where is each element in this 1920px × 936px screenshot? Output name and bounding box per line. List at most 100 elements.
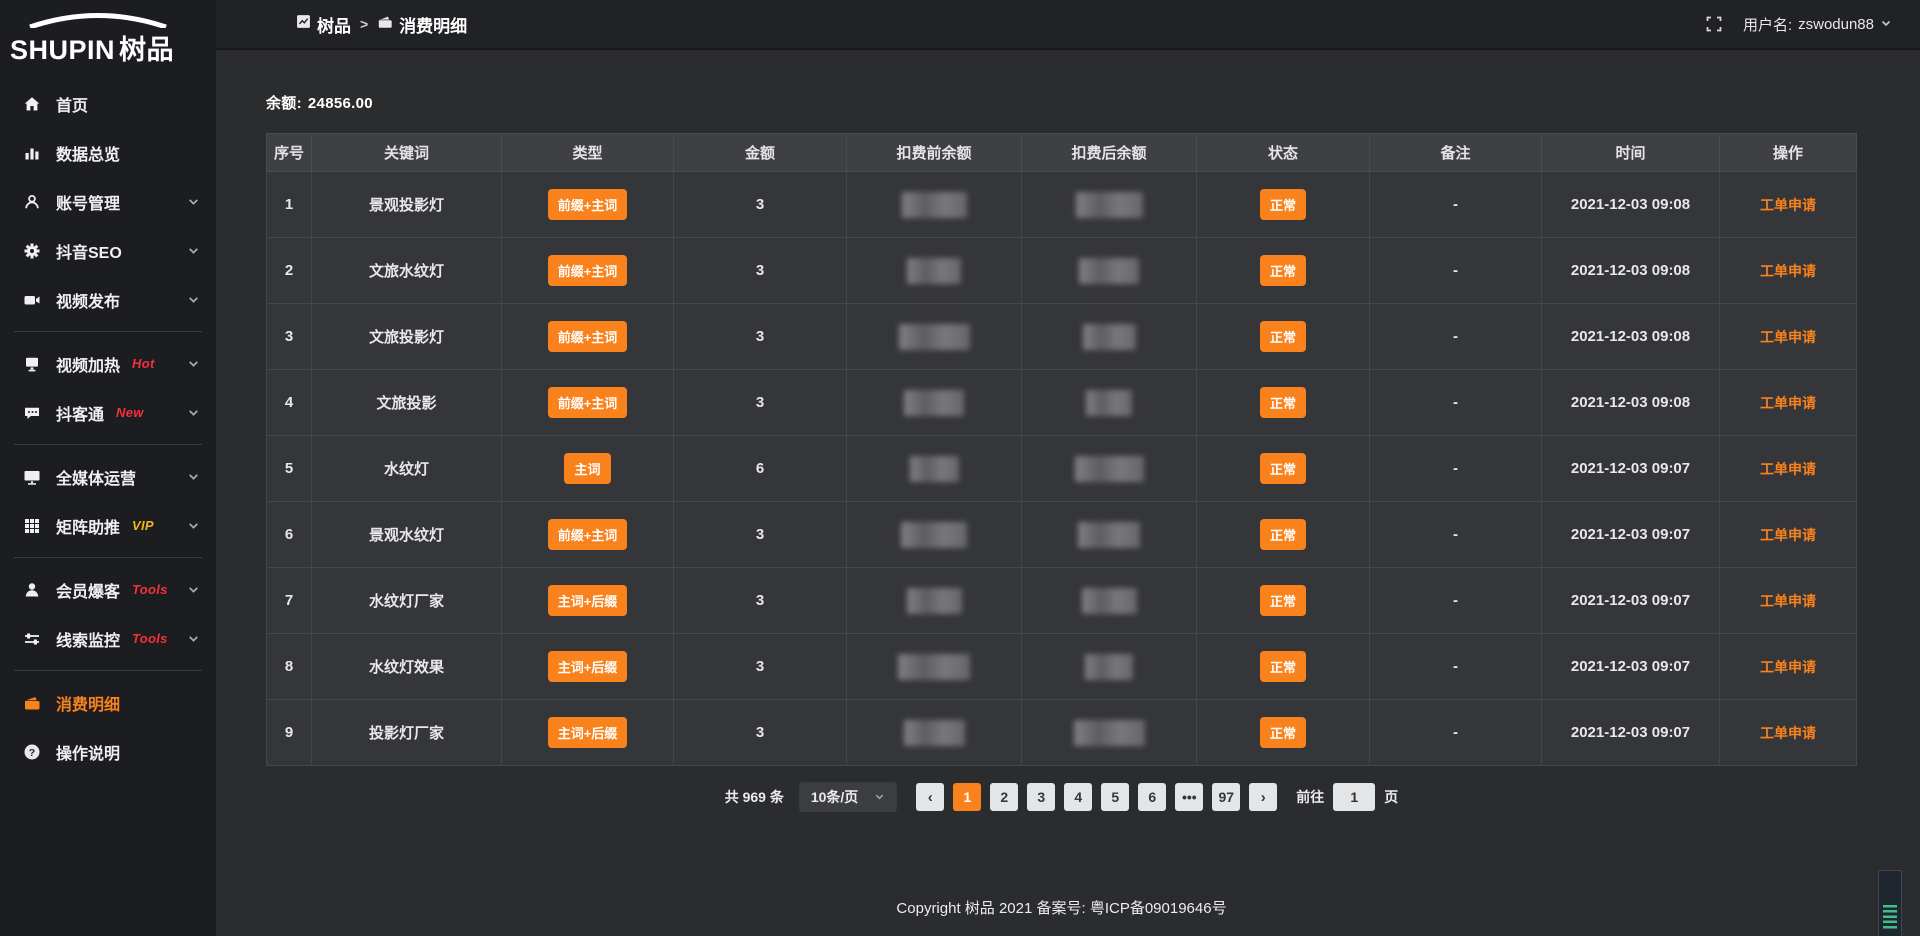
table-row: 8水纹灯效果主词+后缀3正常-2021-12-03 09:07工单申请 xyxy=(267,634,1857,700)
cell-amount: 3 xyxy=(674,634,847,700)
breadcrumb-home[interactable]: 树品 xyxy=(296,12,351,37)
masked-balance-after xyxy=(1022,172,1197,238)
sidebar-item-home[interactable]: 首页 xyxy=(0,79,216,128)
work-order-link[interactable]: 工单申请 xyxy=(1760,329,1816,345)
pagination: 共 969 条 10条/页 ‹ 123456•••97 › 前往 页 xyxy=(266,782,1857,812)
sidebar-item-video-heat[interactable]: 视频加热Hot xyxy=(0,339,216,388)
work-order-link[interactable]: 工单申请 xyxy=(1760,461,1816,477)
user-dropdown[interactable]: 用户名: zswodun88 xyxy=(1743,14,1892,35)
goto-page-input[interactable] xyxy=(1333,783,1375,811)
sidebar-item-help[interactable]: ?操作说明 xyxy=(0,727,216,776)
sidebar-item-leads-monitor[interactable]: 线索监控Tools xyxy=(0,614,216,663)
masked-balance-after-blur xyxy=(1082,588,1137,614)
cell-status: 正常 xyxy=(1197,634,1370,700)
masked-balance-before-blur xyxy=(902,192,967,218)
type-badge: 前缀+主词 xyxy=(548,519,628,550)
masked-balance-after-blur xyxy=(1076,192,1143,218)
cell-no: 7 xyxy=(267,568,312,634)
cell-type: 前缀+主词 xyxy=(502,172,674,238)
table-row: 4文旅投影前缀+主词3正常-2021-12-03 09:08工单申请 xyxy=(267,370,1857,436)
fullscreen-icon[interactable] xyxy=(1705,15,1723,33)
cell-time: 2021-12-03 09:07 xyxy=(1542,634,1720,700)
logo-text-cn: 树品 xyxy=(119,35,174,65)
username-label: 用户名: xyxy=(1743,14,1792,35)
breadcrumb: 树品 > 消费明细 xyxy=(296,12,467,37)
cell-remark: - xyxy=(1370,568,1542,634)
cell-status: 正常 xyxy=(1197,700,1370,766)
grid-icon xyxy=(22,516,42,536)
cell-remark: - xyxy=(1370,634,1542,700)
sidebar-item-badge: Hot xyxy=(132,356,155,371)
chevron-down-icon xyxy=(187,519,200,532)
masked-balance-after xyxy=(1022,568,1197,634)
cell-amount: 3 xyxy=(674,370,847,436)
next-page-button[interactable]: › xyxy=(1249,783,1277,811)
masked-balance-after-blur xyxy=(1074,720,1145,746)
column-header: 备注 xyxy=(1370,134,1542,172)
sidebar-item-media-ops[interactable]: 全媒体运营 xyxy=(0,452,216,501)
masked-balance-before xyxy=(847,370,1022,436)
cell-status: 正常 xyxy=(1197,502,1370,568)
logo-text-en: SHUPIN xyxy=(10,35,115,65)
cell-type: 主词+后缀 xyxy=(502,700,674,766)
sidebar-item-matrix-boost[interactable]: 矩阵助推VIP xyxy=(0,501,216,550)
status-badge: 正常 xyxy=(1260,189,1306,220)
sidebar-item-consume-detail[interactable]: 消费明细 xyxy=(0,678,216,727)
masked-balance-before xyxy=(847,568,1022,634)
masked-balance-before-blur xyxy=(907,258,961,284)
sidebar-item-data-overview[interactable]: 数据总览 xyxy=(0,128,216,177)
status-badge: 正常 xyxy=(1260,321,1306,352)
work-order-link[interactable]: 工单申请 xyxy=(1760,659,1816,675)
masked-balance-after xyxy=(1022,238,1197,304)
sidebar-item-label: 线索监控 xyxy=(56,627,120,651)
page-ellipsis-button[interactable]: ••• xyxy=(1175,783,1203,811)
type-badge: 主词+后缀 xyxy=(548,651,628,682)
type-badge: 前缀+主词 xyxy=(548,321,628,352)
sidebar-item-douketong[interactable]: 抖客通New xyxy=(0,388,216,437)
page-button-6[interactable]: 6 xyxy=(1138,783,1166,811)
work-order-link[interactable]: 工单申请 xyxy=(1760,263,1816,279)
cell-time: 2021-12-03 09:07 xyxy=(1542,568,1720,634)
page-size-select[interactable]: 10条/页 xyxy=(799,782,897,812)
work-order-link[interactable]: 工单申请 xyxy=(1760,725,1816,741)
sidebar-item-douyin-seo[interactable]: 抖音SEO xyxy=(0,226,216,275)
prev-page-button[interactable]: ‹ xyxy=(916,783,944,811)
home-icon xyxy=(22,94,42,114)
work-order-link[interactable]: 工单申请 xyxy=(1760,197,1816,213)
masked-balance-after xyxy=(1022,436,1197,502)
masked-balance-before xyxy=(847,436,1022,502)
work-order-link[interactable]: 工单申请 xyxy=(1760,527,1816,543)
chevron-down-icon xyxy=(187,357,200,370)
cell-remark: - xyxy=(1370,700,1542,766)
sidebar-item-video-publish[interactable]: 视频发布 xyxy=(0,275,216,324)
masked-balance-before xyxy=(847,304,1022,370)
cell-remark: - xyxy=(1370,502,1542,568)
page-button-3[interactable]: 3 xyxy=(1027,783,1055,811)
chart-icon xyxy=(22,143,42,163)
sidebar-item-member-burst[interactable]: 会员爆客Tools xyxy=(0,565,216,614)
sidebar-item-account[interactable]: 账号管理 xyxy=(0,177,216,226)
page-button-97[interactable]: 97 xyxy=(1212,783,1240,811)
type-badge: 前缀+主词 xyxy=(548,255,628,286)
cell-no: 3 xyxy=(267,304,312,370)
status-badge: 正常 xyxy=(1260,585,1306,616)
masked-balance-before-blur xyxy=(901,522,967,548)
column-header: 序号 xyxy=(267,134,312,172)
page-button-5[interactable]: 5 xyxy=(1101,783,1129,811)
page-button-4[interactable]: 4 xyxy=(1064,783,1092,811)
breadcrumb-current: 消费明细 xyxy=(377,12,467,37)
work-order-link[interactable]: 工单申请 xyxy=(1760,593,1816,609)
type-badge: 主词+后缀 xyxy=(548,717,628,748)
page-button-1[interactable]: 1 xyxy=(953,783,981,811)
cell-status: 正常 xyxy=(1197,238,1370,304)
page-button-2[interactable]: 2 xyxy=(990,783,1018,811)
table-row: 9投影灯厂家主词+后缀3正常-2021-12-03 09:07工单申请 xyxy=(267,700,1857,766)
work-order-link[interactable]: 工单申请 xyxy=(1760,395,1816,411)
cell-amount: 3 xyxy=(674,172,847,238)
cell-no: 9 xyxy=(267,700,312,766)
cell-time: 2021-12-03 09:08 xyxy=(1542,304,1720,370)
cell-amount: 3 xyxy=(674,700,847,766)
wallet-icon xyxy=(22,693,42,713)
column-header: 金额 xyxy=(674,134,847,172)
chat-icon xyxy=(22,403,42,423)
